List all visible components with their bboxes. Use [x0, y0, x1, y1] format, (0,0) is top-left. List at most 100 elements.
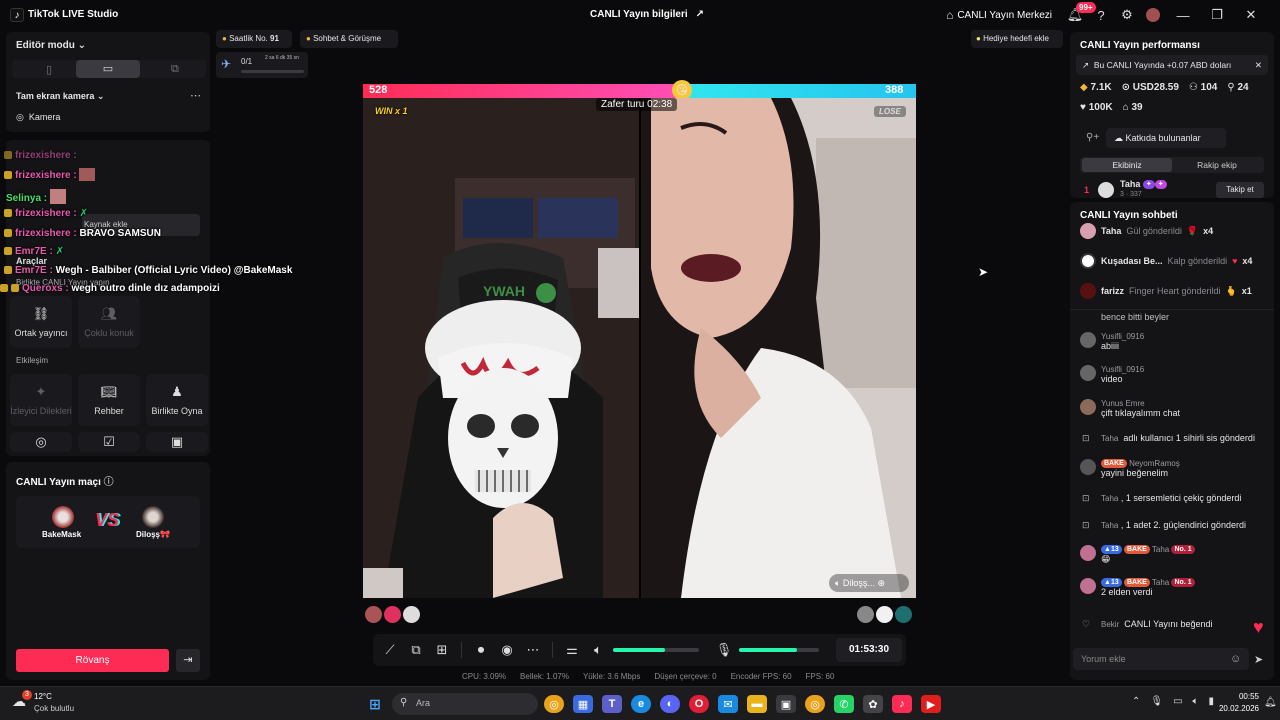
more-tool-tile-2[interactable]: ☑ [78, 432, 140, 452]
search-icon: ⚲ [400, 697, 408, 708]
chat-message: Yunus Emre çift tıklayalımm chat [1080, 399, 1180, 418]
chevron-up-icon[interactable]: ⌃ [1132, 696, 1140, 707]
photos-icon[interactable]: ▣ [776, 695, 796, 713]
magic-wand-icon[interactable]: ⟋ [377, 642, 403, 658]
stat-diamonds: ◆ 7.1K [1080, 82, 1112, 93]
mail-icon[interactable]: ✉ [718, 695, 738, 713]
gift-box-icon: ⊡ [1082, 433, 1090, 443]
app-icon[interactable]: ✿ [863, 695, 883, 713]
teams-icon[interactable]: T [602, 695, 622, 713]
score-right: 388 [885, 84, 904, 96]
edge-icon[interactable]: e [631, 695, 651, 713]
youtube-icon[interactable]: ▶ [921, 695, 941, 713]
speaker-volume-slider[interactable] [613, 648, 699, 652]
opponent-name-tag[interactable]: 🔈︎ Diloşş... ⊕ [829, 574, 909, 592]
co-host-tile[interactable]: ⛓ Ortak yayıncı [10, 296, 72, 348]
avatar[interactable] [365, 606, 382, 623]
notification-icon[interactable]: 🔔︎ [1264, 697, 1277, 708]
avatar[interactable] [384, 606, 401, 623]
chat-message: ▲13 BAKE Taha No. 12 elden verdi [1080, 578, 1195, 597]
chrome-icon[interactable]: ◎ [544, 695, 564, 713]
play-together-icon: ♟ [171, 384, 183, 399]
minimize-icon[interactable]: — [1166, 6, 1200, 24]
microphone-icon[interactable]: 🎙︎ [711, 642, 737, 658]
more-tool-tile-3[interactable]: ▣ [146, 432, 208, 452]
memory-stat: Bellek: 1.07% [520, 672, 569, 681]
gear-icon[interactable]: ⚙ [1114, 6, 1140, 24]
editor-mode-dropdown[interactable]: Editör modu ⌄ [16, 40, 86, 51]
hourly-rank-chip[interactable]: ● Saatlik No. 91 [216, 30, 292, 48]
tab-your-team[interactable]: Ekibiniz [1082, 158, 1172, 172]
home-icon: ⌂ [946, 8, 954, 22]
tiktok-studio-icon[interactable]: ♪ [892, 695, 912, 713]
chat-message: ⊡ Taha adlı kullanıcı 1 sihirli sis gönde… [1082, 433, 1255, 443]
avatar[interactable] [1140, 6, 1166, 24]
mic-volume-slider[interactable] [739, 648, 819, 652]
landscape-icon[interactable]: ▭ [76, 60, 140, 78]
rose-icon: 🌹 [1186, 225, 1199, 236]
folder-icon[interactable]: ▬ [747, 695, 767, 713]
guide-tile[interactable]: 📖︎ Rehber [78, 374, 140, 426]
guide-icon: 📖︎ [100, 384, 118, 399]
avatar[interactable] [403, 606, 420, 623]
multi-guest-tile[interactable]: 👥︎ Çoklu konuk [78, 296, 140, 348]
play-together-tile[interactable]: ♟ Birlikte Oyna [146, 374, 208, 426]
opponent-video: LOSE 🔈︎ Diloşş... ⊕ [641, 98, 916, 598]
microphone-icon[interactable]: 🎙︎ [1150, 696, 1163, 707]
camera-scene-dropdown[interactable]: Tam ekran kamera ⌄ [16, 91, 104, 102]
gift-row: Taha Gül gönderildi 🌹 x4 [1080, 219, 1213, 243]
emoji-picker-icon[interactable]: ☺ [1230, 653, 1241, 665]
overlay-chat-line: frizexishere : [4, 168, 96, 181]
chat-meet-chip[interactable]: ● Sohbet & Görüşme [300, 30, 398, 48]
live-info-button[interactable]: CANLI Yayın bilgileri ↗ [590, 9, 704, 20]
close-icon[interactable]: ✕ [1234, 6, 1268, 24]
close-icon[interactable]: ✕ [1255, 55, 1262, 75]
sliders-icon[interactable]: ⚌ [559, 642, 585, 658]
portrait-icon[interactable]: ▯ [46, 63, 52, 76]
add-scene-icon[interactable]: ⊞ [429, 642, 455, 658]
send-icon[interactable]: ➤ [1254, 653, 1263, 666]
discord-icon[interactable]: ◐ [660, 695, 680, 713]
weather-temp: 12°C [34, 692, 52, 701]
rematch-button[interactable]: Rövanş [16, 649, 169, 672]
follow-button[interactable]: Takip et [1216, 182, 1264, 198]
speaker-icon[interactable]: 🔈︎ [585, 642, 611, 658]
add-user-icon[interactable]: ⚲+ [1086, 132, 1099, 143]
chrome-alt-icon[interactable]: ◎ [805, 695, 825, 713]
more-tool-tile-1[interactable]: ◎ [10, 432, 72, 452]
contributors-button[interactable]: ☁ Katkıda bulunanlar [1106, 128, 1226, 148]
clock-date[interactable]: 20.02.2026 [1211, 704, 1259, 713]
avatar[interactable] [895, 606, 912, 623]
share-icon: ↗ [695, 9, 705, 20]
avatar[interactable] [876, 606, 893, 623]
more-icon[interactable]: ⋯ [520, 642, 546, 658]
live-center-button[interactable]: ⌂ CANLI Yayın Merkezi [946, 8, 1052, 22]
camera-switch-icon[interactable]: ◉ [494, 642, 520, 658]
effects-icon[interactable]: ⧉ [403, 642, 429, 658]
avatar [1080, 253, 1096, 269]
more-icon[interactable]: ⋯ [190, 89, 201, 102]
multi-screen-icon[interactable]: ⧉ [171, 63, 179, 76]
stats-row-2: ♥ 100K ⌂ 39 [1080, 102, 1143, 113]
avatar[interactable] [857, 606, 874, 623]
tab-rival-team[interactable]: Rakip ekip [1172, 158, 1262, 172]
maximize-icon[interactable]: ❐ [1200, 6, 1234, 24]
camera-source-item[interactable]: ◎ Kamera [16, 112, 60, 123]
tools-panel: Kaynak ekle Araçlar Birlikte CANLI Yayın… [6, 140, 210, 456]
bell-icon[interactable]: 🔔︎ 99+ [1062, 2, 1096, 24]
viewer-wishes-tile[interactable]: ✦ İzleyici Dilekleri [10, 374, 72, 426]
taskbar-search[interactable] [392, 693, 538, 715]
record-icon[interactable]: ⏺ [468, 642, 494, 658]
start-icon[interactable]: ⊞ [365, 695, 385, 713]
store-icon[interactable]: ▦ [573, 695, 593, 713]
clock-time[interactable]: 00:55 [1229, 692, 1259, 701]
chat-message: ⊡ Taha , 1 sersemletici çekiç gönderdi [1082, 493, 1242, 503]
whatsapp-icon[interactable]: ✆ [834, 695, 854, 713]
gift-goal-button[interactable]: ● Hediye hedefi ekle [971, 30, 1063, 48]
monitor-icon[interactable]: ▭ [1173, 696, 1182, 707]
opera-icon[interactable]: O [689, 695, 709, 713]
live-info-label: CANLI Yayın bilgileri [590, 9, 688, 20]
volume-icon[interactable]: 🔈︎ [1193, 696, 1199, 707]
exit-icon[interactable]: ⇥ [176, 649, 200, 672]
win-label: WIN x 1 [375, 106, 408, 116]
